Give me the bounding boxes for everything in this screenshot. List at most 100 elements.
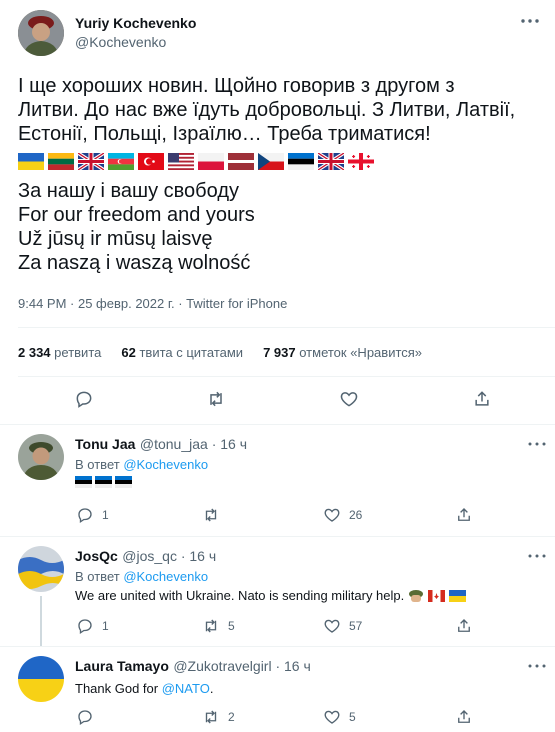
divider <box>18 327 555 328</box>
reply-author-handle[interactable]: @Zukotravelgirl · 16 ч <box>173 658 310 674</box>
author-handle[interactable]: @Kochevenko <box>75 34 166 50</box>
reply-author-name[interactable]: Tonu Jaa <box>75 436 135 452</box>
reply-like-button[interactable]: 5 <box>323 708 356 726</box>
more-icon[interactable] <box>518 13 542 29</box>
estonia-flag-icon <box>95 476 112 488</box>
reply-button[interactable] <box>74 389 94 409</box>
ukraine-flag-icon <box>449 589 467 602</box>
author-avatar[interactable] <box>18 10 64 56</box>
divider <box>18 376 555 377</box>
reply-header: JosQc @jos_qc · 16 ч <box>75 548 216 566</box>
estonia-flag-icon <box>115 476 132 488</box>
reply-icon <box>78 619 92 635</box>
reply-text-suffix: . <box>209 681 214 696</box>
reply-avatar[interactable] <box>18 546 64 592</box>
likes-label: отметок «Нравится» <box>299 345 423 360</box>
tweet-timestamp[interactable]: 9:44 PM · 25 февр. 2022 г. · Twitter for… <box>18 296 287 311</box>
retweets-label: ретвита <box>54 345 102 360</box>
reply-author-handle[interactable]: @jos_qc · 16 ч <box>122 548 216 564</box>
soldier-emoji-icon <box>409 589 424 602</box>
retweet-button[interactable] <box>206 389 226 409</box>
reply-icon <box>76 391 92 408</box>
reply-to-prefix: В ответ <box>75 457 124 472</box>
lithuania-flag-icon <box>48 153 74 170</box>
estonia-flag-icon <box>288 153 314 170</box>
share-icon <box>458 710 470 723</box>
reply-text: We are united with Ukraine. Nato is send… <box>75 588 467 603</box>
motto-lithuanian: Už jūsų ir mūsų laisvę <box>18 228 213 250</box>
retweet-icon <box>205 619 217 633</box>
retweet-count: 2 <box>228 710 235 724</box>
reply-to-line: В ответ @Kochevenko <box>75 569 208 584</box>
retweet-icon <box>205 710 217 724</box>
latvia-flag-icon <box>228 153 254 170</box>
reply-author-name[interactable]: Laura Tamayo <box>75 658 169 674</box>
share-icon <box>458 508 470 521</box>
reply-count: 1 <box>102 619 109 633</box>
reply-reply-button[interactable] <box>76 708 102 726</box>
reply-avatar[interactable] <box>18 656 64 702</box>
divider <box>0 424 555 425</box>
reply-like-button[interactable]: 57 <box>323 617 362 635</box>
retweets-stat[interactable]: 2 334 ретвита <box>18 345 101 360</box>
share-button[interactable] <box>472 389 492 409</box>
reply-flags <box>75 476 132 488</box>
reply-retweet-button[interactable]: 5 <box>202 617 235 635</box>
tweet-motto: За нашу і вашу свободу For our freedom a… <box>18 179 548 275</box>
reply-to-prefix: В ответ <box>75 569 124 584</box>
reply-retweet-button[interactable]: 2 <box>202 708 235 726</box>
mention-link[interactable]: @NATO <box>162 681 210 696</box>
uk-flag-icon <box>318 153 344 170</box>
quotes-label: твита с цитатами <box>139 345 244 360</box>
poland-flag-icon <box>198 153 224 170</box>
reply-header: Laura Tamayo @Zukotravelgirl · 16 ч <box>75 658 311 676</box>
usa-flag-icon <box>168 153 194 170</box>
like-count: 5 <box>349 710 356 724</box>
reply-retweet-button[interactable] <box>202 506 228 524</box>
more-icon[interactable] <box>525 548 549 564</box>
motto-ukrainian: За нашу і вашу свободу <box>18 180 239 202</box>
author-name[interactable]: Yuriy Kochevenko <box>75 15 196 31</box>
ukraine-flag-icon <box>18 153 44 170</box>
reply-text: Thank God for @NATO. <box>75 681 213 696</box>
turkey-flag-icon <box>138 153 164 170</box>
retweet-icon <box>210 391 222 407</box>
share-icon <box>475 391 489 406</box>
azerbaijan-flag-icon <box>108 153 134 170</box>
estonia-flag-icon <box>75 476 92 488</box>
reply-reply-button[interactable]: 1 <box>76 506 109 524</box>
reply-icon <box>78 710 92 726</box>
reply-text-body: We are united with Ukraine. Nato is send… <box>75 588 405 603</box>
motto-polish: Za naszą i waszą wolność <box>18 252 251 274</box>
reply-to-user[interactable]: @Kochevenko <box>123 457 208 472</box>
reply-to-user[interactable]: @Kochevenko <box>123 569 208 584</box>
czech-flag-icon <box>258 153 284 170</box>
reply-icon <box>78 508 92 524</box>
like-count: 57 <box>349 619 363 633</box>
reply-avatar[interactable] <box>18 434 64 480</box>
reply-share-button[interactable] <box>455 708 473 726</box>
likes-stat[interactable]: 7 937 отметок «Нравится» <box>263 345 422 360</box>
motto-english: For our freedom and yours <box>18 204 255 226</box>
reply-reply-button[interactable]: 1 <box>76 617 109 635</box>
reply-like-button[interactable]: 26 <box>323 506 362 524</box>
reply-author-name[interactable]: JosQc <box>75 548 118 564</box>
retweet-count: 5 <box>228 619 235 633</box>
more-icon[interactable] <box>525 436 549 452</box>
more-icon[interactable] <box>525 658 549 674</box>
like-icon <box>324 619 340 633</box>
like-button[interactable] <box>339 389 359 409</box>
tweet-text-line: Естонії, Польщі, Ізраїлю… Треба триматис… <box>18 123 431 145</box>
flags-row <box>18 153 374 171</box>
reply-share-button[interactable] <box>455 617 473 635</box>
georgia-flag-icon <box>348 153 374 170</box>
divider <box>0 536 555 537</box>
reply-share-button[interactable] <box>455 506 473 524</box>
uk-flag-icon <box>78 153 104 170</box>
reply-text-prefix: Thank God for <box>75 681 162 696</box>
like-icon <box>340 392 358 407</box>
reply-header: Tonu Jaa @tonu_jaa · 16 ч <box>75 436 247 454</box>
quotes-stat[interactable]: 62 твита с цитатами <box>121 345 243 360</box>
tweet-text: І ще хороших новин. Щойно говорив з друг… <box>18 74 548 146</box>
reply-author-handle[interactable]: @tonu_jaa · 16 ч <box>140 436 247 452</box>
